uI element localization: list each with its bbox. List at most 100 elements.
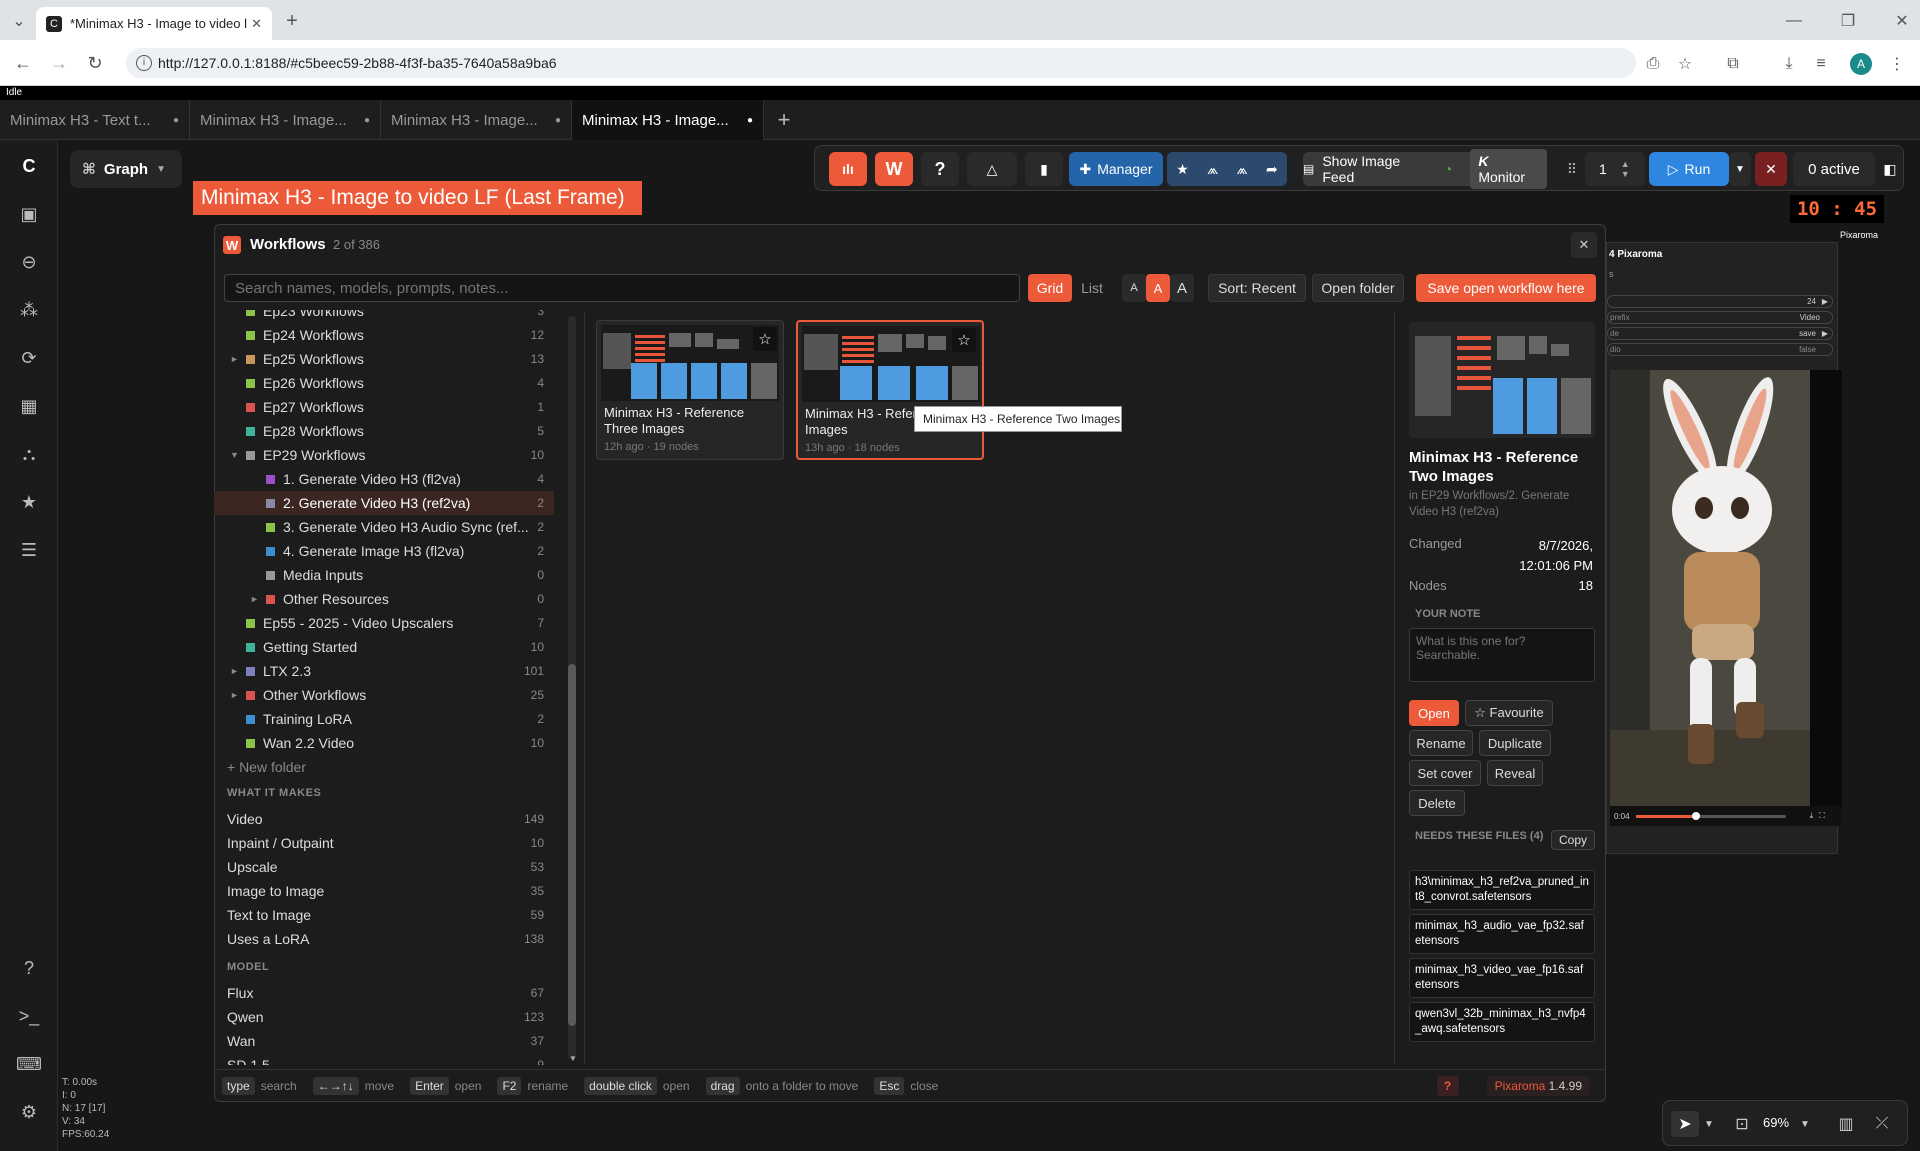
video-frame-image[interactable]: 0:04 ⤓ ⛶: [1610, 370, 1842, 826]
browser-tab[interactable]: C *Minimax H3 - Image to video l ✕: [36, 7, 272, 40]
scroll-down-icon[interactable]: ▼: [569, 1054, 577, 1063]
folder-item[interactable]: ► Other Workflows 25: [214, 683, 554, 707]
list-view-button[interactable]: List: [1072, 274, 1112, 302]
templates-icon[interactable]: ▦: [17, 394, 41, 418]
expand-arrow-icon[interactable]: ►: [230, 354, 239, 364]
duplicate-button[interactable]: Duplicate: [1479, 730, 1551, 756]
copy-files-button[interactable]: Copy: [1551, 830, 1595, 850]
back-icon[interactable]: ←: [10, 50, 36, 76]
model-item[interactable]: Flux 67: [214, 981, 554, 1005]
downloads-icon[interactable]: ⤓: [1778, 53, 1800, 75]
manager-button[interactable]: ✚ Manager: [1069, 152, 1163, 186]
folder-item[interactable]: Ep27 Workflows 1: [214, 395, 554, 419]
nodes-icon[interactable]: ⊖: [17, 250, 41, 274]
close-modal-icon[interactable]: ✕: [1571, 232, 1597, 258]
show-image-feed-button[interactable]: Show Image Feed: [1322, 153, 1436, 185]
workflow-tab-2[interactable]: Minimax H3 - Image... ●: [190, 100, 381, 140]
reload-icon[interactable]: ↻: [82, 50, 108, 76]
frame-rate-widget[interactable]: 24 ▶: [1607, 295, 1833, 308]
stepper-arrows-icon[interactable]: ▲ ▼: [1621, 159, 1630, 179]
grid-view-button[interactable]: Grid: [1028, 274, 1072, 302]
model-item[interactable]: SD 1.5 9: [214, 1053, 554, 1065]
media-icon[interactable]: ≡: [1810, 53, 1832, 75]
seek-handle[interactable]: [1691, 811, 1700, 820]
node-library-icon[interactable]: ⁂: [17, 298, 41, 322]
chevron-down-icon[interactable]: ▼: [1797, 1111, 1813, 1137]
add-workflow-tab-icon[interactable]: +: [772, 107, 796, 132]
folder-item[interactable]: Ep23 Workflows 3: [214, 310, 554, 323]
star-icon[interactable]: ★: [1176, 161, 1189, 178]
help-icon[interactable]: ?: [17, 956, 41, 980]
fit-view-icon[interactable]: ⊡: [1729, 1111, 1755, 1137]
filter-item[interactable]: Video 149: [214, 807, 554, 831]
run-button[interactable]: ▷ Run: [1649, 152, 1729, 186]
folder-item[interactable]: ► Other Resources 0: [214, 587, 554, 611]
filter-item[interactable]: Upscale 53: [214, 855, 554, 879]
help-button[interactable]: ?: [1436, 1076, 1459, 1096]
folder-item[interactable]: Ep26 Workflows 4: [214, 371, 554, 395]
folder-item[interactable]: ► LTX 2.3 101: [214, 659, 554, 683]
keyboard-icon[interactable]: ⌨: [16, 1052, 42, 1076]
folder-item[interactable]: Ep55 - 2025 - Video Upscalers 7: [214, 611, 554, 635]
profile-avatar[interactable]: A: [1850, 53, 1872, 75]
new-folder-button[interactable]: + New folder: [214, 755, 554, 779]
minimap-icon[interactable]: ▥: [1833, 1111, 1859, 1137]
zoom-level[interactable]: 69%: [1763, 1115, 1789, 1130]
install-app-icon[interactable]: ⎙: [1642, 53, 1664, 75]
audio-widget[interactable]: dio false: [1607, 343, 1833, 356]
workflow-tab-1[interactable]: Minimax H3 - Text t... ●: [0, 100, 190, 140]
workflows-w-icon[interactable]: W: [875, 152, 913, 186]
model-item[interactable]: Wan 37: [214, 1029, 554, 1053]
filter-item[interactable]: Inpaint / Outpaint 10: [214, 831, 554, 855]
workflow-search-input[interactable]: [224, 274, 1020, 302]
model-b-icon[interactable]: ⩕: [1237, 161, 1248, 178]
filter-item[interactable]: Text to Image 59: [214, 903, 554, 927]
graph-menu-button[interactable]: ⌘ Graph ▼: [70, 150, 182, 188]
prefix-widget[interactable]: prefix Video: [1607, 311, 1833, 324]
audio-wave-icon[interactable]: ılı: [829, 152, 867, 186]
workflow-tab-4[interactable]: Minimax H3 - Image... ●: [572, 100, 764, 140]
close-tab-icon[interactable]: ✕: [251, 16, 262, 32]
tab-search-icon[interactable]: ⌄: [8, 10, 30, 32]
filter-item[interactable]: Uses a LoRA 138: [214, 927, 554, 951]
triangle-logo-icon[interactable]: △: [967, 152, 1017, 186]
browser-menu-icon[interactable]: ⋮: [1886, 53, 1908, 75]
site-info-icon[interactable]: i: [136, 55, 152, 71]
cancel-run-icon[interactable]: ✕: [1755, 152, 1787, 186]
model-item[interactable]: Qwen 123: [214, 1005, 554, 1029]
model-a-icon[interactable]: ⩕: [1207, 161, 1218, 178]
settings-gear-icon[interactable]: ⚙: [17, 1100, 41, 1124]
expand-arrow-icon[interactable]: ►: [250, 594, 259, 604]
favourite-star-icon[interactable]: ☆: [753, 327, 777, 351]
help-question-icon[interactable]: ?: [921, 152, 959, 186]
sort-button[interactable]: Sort: Recent: [1208, 274, 1306, 302]
note-textarea[interactable]: [1409, 628, 1595, 682]
url-field[interactable]: i http://127.0.0.1:8188/#c5beec59-2b88-4…: [126, 48, 1636, 78]
drag-handle-icon[interactable]: ⠿: [1561, 152, 1583, 186]
comfy-logo-icon[interactable]: C: [17, 154, 41, 178]
bookmark-star-icon[interactable]: ☆: [1674, 53, 1696, 75]
workflow-card-selected[interactable]: ☆ Minimax H3 - Reference Two Images 13h …: [796, 320, 984, 460]
folder-item[interactable]: Ep24 Workflows 12: [214, 323, 554, 347]
folder-item[interactable]: 1. Generate Video H3 (fl2va) 4: [214, 467, 554, 491]
favourite-button[interactable]: ☆ Favourite: [1465, 700, 1553, 726]
folder-item[interactable]: Getting Started 10: [214, 635, 554, 659]
expand-arrow-icon[interactable]: ►: [230, 666, 239, 676]
open-folder-button[interactable]: Open folder: [1312, 274, 1404, 302]
filter-item[interactable]: Image to Image 35: [214, 879, 554, 903]
font-large-button[interactable]: A: [1170, 274, 1194, 302]
folder-scrollbar-thumb[interactable]: [568, 664, 576, 1026]
bookmark-icon[interactable]: ▮: [1025, 152, 1063, 186]
mode-widget[interactable]: de save ▶: [1607, 327, 1833, 340]
reveal-button[interactable]: Reveal: [1487, 760, 1543, 786]
workflow-card[interactable]: ☆ Minimax H3 - Reference Three Images 12…: [596, 320, 784, 460]
queue-icon[interactable]: ☰: [17, 538, 41, 562]
folder-item[interactable]: Training LoRA 2: [214, 707, 554, 731]
folder-item[interactable]: 4. Generate Image H3 (fl2va) 2: [214, 539, 554, 563]
folder-item[interactable]: 3. Generate Video H3 Audio Sync (ref... 2: [214, 515, 554, 539]
model-library-icon[interactable]: ⛬: [17, 442, 41, 466]
fullscreen-icon[interactable]: ⛶: [1819, 811, 1825, 821]
close-window-icon[interactable]: ✕: [1890, 10, 1914, 32]
monitor-button[interactable]: K Monitor: [1470, 149, 1547, 189]
open-button[interactable]: Open: [1409, 700, 1459, 726]
